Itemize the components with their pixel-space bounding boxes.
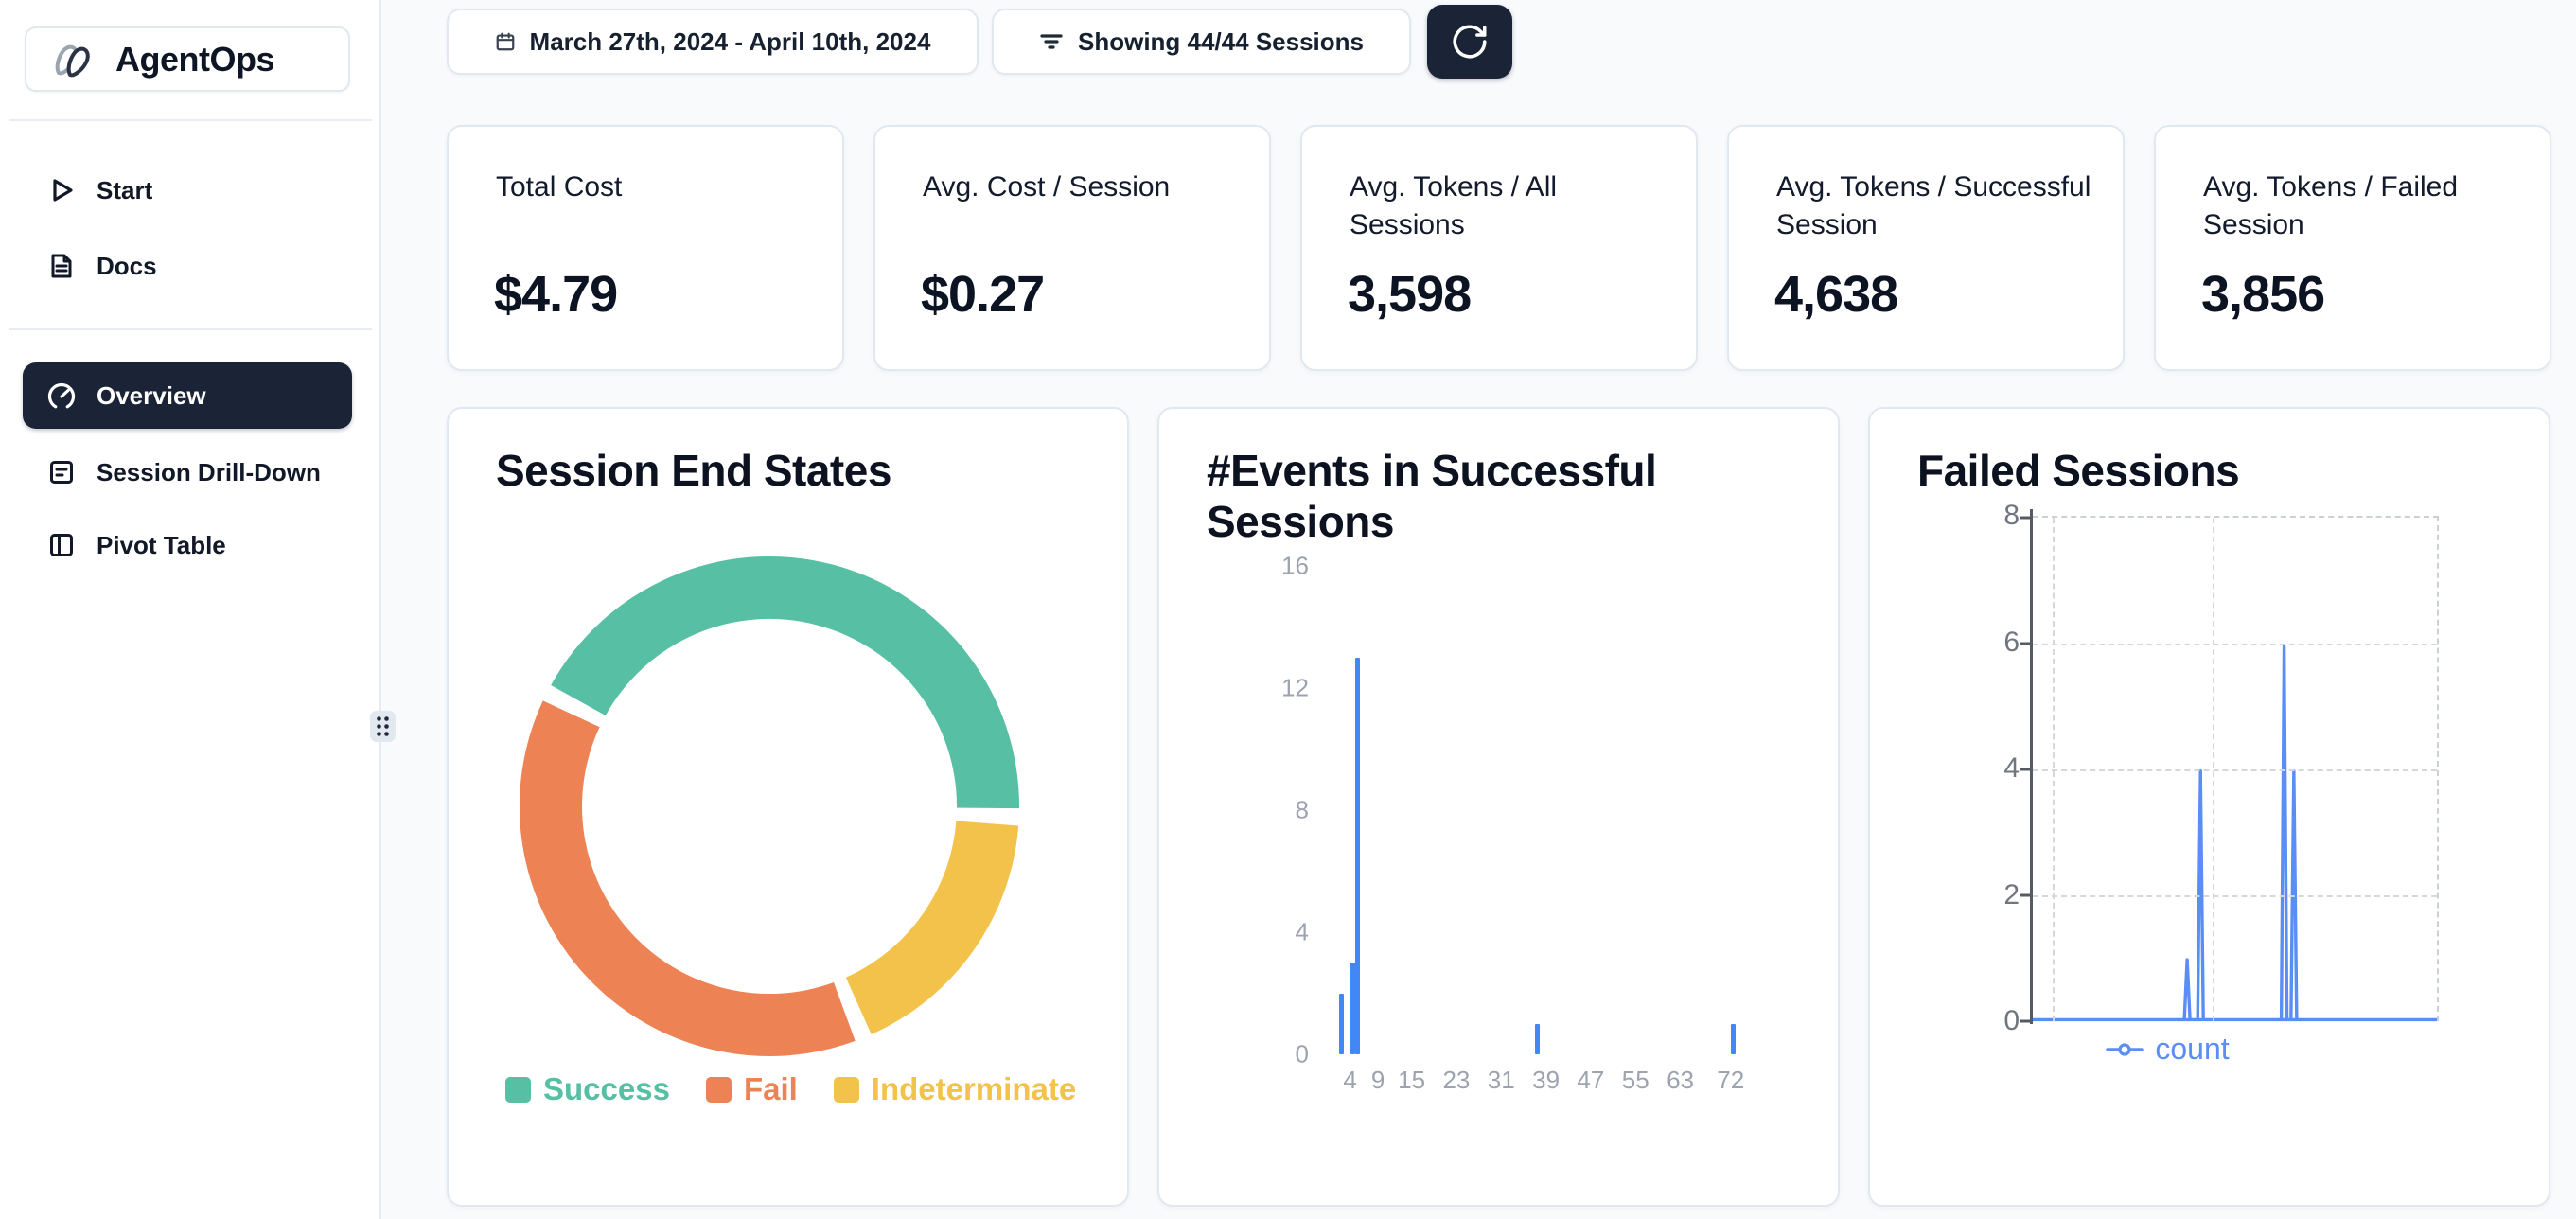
stat-value: 3,856	[2201, 265, 2324, 324]
dashboard-root: AgentOps Start Docs Overview	[0, 0, 2576, 1219]
count-legend-label: count	[2155, 1032, 2229, 1067]
legend-label: Success	[543, 1071, 670, 1107]
legend-label: Indeterminate	[872, 1071, 1076, 1107]
stat-value: 4,638	[1774, 265, 1897, 324]
sidebar-item-overview[interactable]: Overview	[23, 362, 352, 429]
refresh-icon	[1450, 22, 1490, 62]
legend-label: Fail	[744, 1071, 798, 1107]
play-icon	[47, 176, 76, 204]
session-end-states-card: Session End States Success Fail Indeterm…	[447, 407, 1129, 1207]
stat-label: Avg. Tokens / Successful Session	[1776, 168, 2098, 244]
stat-card-avg-cost-session: Avg. Cost / Session $0.27	[873, 125, 1271, 371]
sessions-filter-label: Showing 44/44 Sessions	[1078, 27, 1364, 57]
sidebar-item-label: Session Drill-Down	[97, 458, 321, 487]
sidebar-item-label: Pivot Table	[97, 531, 226, 560]
list-box-icon	[47, 458, 76, 486]
date-range-button[interactable]: March 27th, 2024 - April 10th, 2024	[447, 9, 979, 75]
success-swatch	[505, 1077, 531, 1103]
sidebar-item-session-drill-down[interactable]: Session Drill-Down	[23, 443, 352, 502]
donut-legend: Success Fail Indeterminate	[505, 1071, 1076, 1107]
stat-card-avg-tokens-successful: Avg. Tokens / Successful Session 4,638	[1727, 125, 2125, 371]
sidebar: AgentOps Start Docs Overview	[0, 0, 381, 1219]
sidebar-item-pivot-table[interactable]: Pivot Table	[23, 516, 352, 574]
bar	[1731, 1024, 1736, 1054]
filter-icon	[1039, 29, 1064, 54]
stat-card-avg-tokens-all: Avg. Tokens / All Sessions 3,598	[1300, 125, 1698, 371]
legend-item-indeterminate[interactable]: Indeterminate	[834, 1071, 1076, 1107]
sidebar-item-label: Start	[97, 176, 152, 205]
grip-dots-icon	[376, 716, 390, 737]
bar-chart-y-axis-labels: 0481216	[1159, 566, 1309, 1054]
bar	[1350, 963, 1355, 1054]
chart-title: #Events in Successful Sessions	[1207, 445, 1737, 547]
count-legend-item[interactable]: count	[1965, 1032, 2371, 1067]
events-in-successful-sessions-card: #Events in Successful Sessions 0481216 4…	[1157, 407, 1840, 1207]
stat-label: Avg. Cost / Session	[923, 168, 1244, 206]
sidebar-resize-handle[interactable]	[370, 711, 396, 742]
legend-item-fail[interactable]: Fail	[706, 1071, 798, 1107]
bar	[1355, 658, 1360, 1054]
sidebar-item-label: Overview	[97, 381, 206, 411]
calendar-icon	[495, 31, 516, 52]
bar	[1339, 994, 1344, 1055]
panel-icon	[47, 531, 76, 559]
stat-label: Avg. Tokens / All Sessions	[1350, 168, 1671, 244]
failed-sessions-line-plot[interactable]	[2033, 516, 2439, 1021]
document-icon	[47, 252, 76, 280]
sessions-filter-button[interactable]: Showing 44/44 Sessions	[992, 9, 1411, 75]
refresh-button[interactable]	[1427, 5, 1512, 79]
chart-title: Failed Sessions	[1917, 445, 2504, 496]
line-chart-y-axis-labels: 02468	[1870, 516, 2020, 1021]
legend-item-success[interactable]: Success	[505, 1071, 670, 1107]
sidebar-item-docs[interactable]: Docs	[23, 237, 352, 295]
bar	[1535, 1024, 1540, 1054]
failed-sessions-card: Failed Sessions 02468 count	[1868, 407, 2550, 1207]
sidebar-divider-main	[9, 328, 372, 330]
agentops-logo-icon	[49, 39, 100, 80]
sidebar-divider-top	[9, 119, 372, 121]
chart-title: Session End States	[496, 445, 1083, 496]
logo-text: AgentOps	[115, 40, 274, 80]
gauge-icon	[47, 381, 76, 410]
stat-value: $4.79	[494, 265, 617, 324]
stat-label: Total Cost	[496, 168, 818, 206]
fail-swatch	[706, 1077, 732, 1103]
agentops-logo[interactable]: AgentOps	[25, 26, 350, 92]
count-legend-marker-icon	[2106, 1042, 2144, 1057]
indeterminate-swatch	[834, 1077, 859, 1103]
date-range-label: March 27th, 2024 - April 10th, 2024	[530, 27, 931, 57]
stat-card-avg-tokens-failed: Avg. Tokens / Failed Session 3,856	[2154, 125, 2551, 371]
stat-value: 3,598	[1348, 265, 1471, 324]
sidebar-item-label: Docs	[97, 252, 157, 281]
stat-value: $0.27	[921, 265, 1044, 324]
bar-chart-x-axis-labels: 491523313947556372	[1322, 1066, 1781, 1098]
session-end-states-donut[interactable]	[514, 551, 1025, 1062]
events-bar-chart-plot[interactable]	[1322, 566, 1781, 1054]
stat-label: Avg. Tokens / Failed Session	[2203, 168, 2525, 244]
stat-card-total-cost: Total Cost $4.79	[447, 125, 844, 371]
sidebar-item-start[interactable]: Start	[23, 161, 352, 220]
